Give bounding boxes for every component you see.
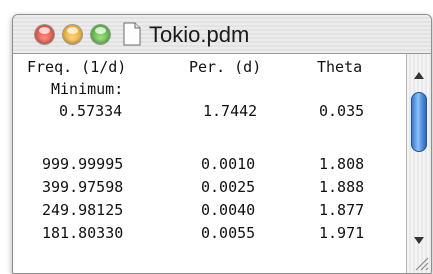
minimum-label-row: Minimum: (13, 78, 123, 100)
zoom-light-icon[interactable] (91, 25, 110, 44)
header-period: Per. (d) (189, 58, 262, 76)
minimum-theta: 0.035 (319, 102, 365, 120)
row-theta: 1.808 (319, 155, 365, 173)
resize-grip-icon[interactable] (410, 252, 430, 272)
row-theta: 1.888 (319, 178, 365, 196)
row-period: 0.0010 (201, 155, 256, 173)
minimum-label: Minimum: (51, 80, 124, 98)
row-theta: 1.877 (319, 201, 365, 219)
table-row: 249.98125 0.0040 1.877 (13, 199, 364, 221)
header-freq: Freq. (1/d) (27, 58, 127, 76)
scroll-thumb[interactable] (411, 92, 427, 152)
row-theta: 1.971 (319, 224, 365, 242)
table-row: 399.97598 0.0025 1.888 (13, 176, 364, 198)
pdm-window: Tokio.pdm Freq. (1/d) Per. (d) Theta Min… (12, 14, 432, 274)
row-freq: 399.97598 (42, 178, 124, 196)
header-theta: Theta (317, 58, 363, 76)
table-header-row: Freq. (1/d) Per. (d) Theta (13, 56, 362, 78)
row-period: 0.0025 (201, 178, 256, 196)
row-freq: 999.99995 (42, 155, 124, 173)
vertical-scrollbar[interactable] (406, 54, 431, 273)
minimize-light-icon[interactable] (63, 25, 82, 44)
minimum-freq: 0.57334 (59, 102, 123, 120)
periodogram-table: Freq. (1/d) Per. (d) Theta Minimum: 0.57… (13, 54, 407, 273)
row-freq: 249.98125 (42, 201, 124, 219)
minimum-row: 0.57334 1.7442 0.035 (13, 100, 364, 122)
row-period: 0.0055 (201, 224, 256, 242)
table-row: 999.99995 0.0010 1.808 (13, 153, 364, 175)
close-light-icon[interactable] (35, 25, 54, 44)
scroll-up-arrow-icon[interactable] (407, 68, 431, 84)
document-icon (123, 22, 141, 46)
minimum-period: 1.7442 (203, 102, 258, 120)
row-freq: 181.80330 (42, 224, 124, 242)
row-period: 0.0040 (201, 201, 256, 219)
table-row: 181.80330 0.0055 1.971 (13, 222, 364, 244)
scroll-down-arrow-icon[interactable] (407, 232, 431, 248)
window-title: Tokio.pdm (149, 22, 250, 47)
title-bar[interactable]: Tokio.pdm (13, 15, 431, 54)
